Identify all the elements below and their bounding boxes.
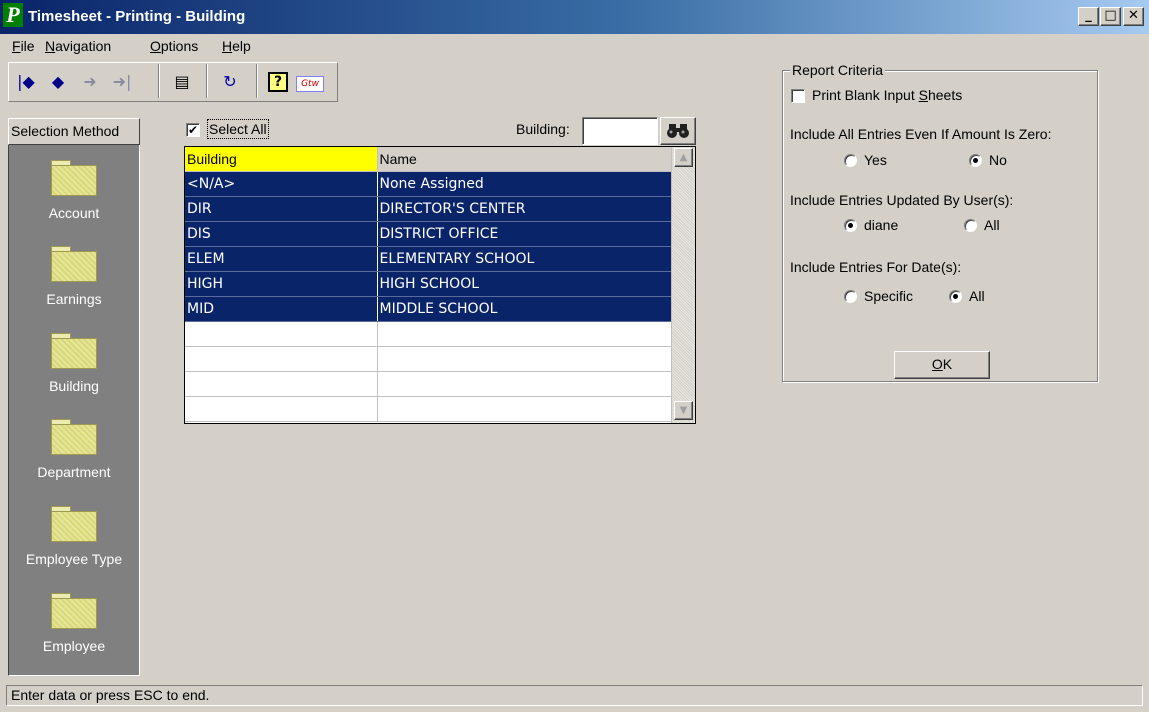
cell-building-code[interactable]: <N/A> [185,171,378,197]
column-header-building[interactable]: Building [185,147,378,172]
ok-button[interactable]: OK [894,351,990,379]
report-criteria-title: Report Criteria [790,62,886,78]
minimize-button[interactable]: _ [1078,7,1099,26]
folder-icon[interactable] [51,333,97,369]
cell-building-code[interactable]: MID [185,296,378,322]
table-row[interactable] [185,346,672,372]
menu-options[interactable]: Options [150,38,198,54]
cell-building-name[interactable] [377,396,672,422]
brand-logo-icon[interactable]: Gtw [296,76,324,92]
zero-yes-radio[interactable] [844,154,857,167]
last-record-button[interactable]: ➜| [110,70,134,94]
help-icon[interactable]: ? [268,72,288,92]
date-all-radio[interactable] [949,290,962,303]
previous-record-button[interactable]: ◆ [46,70,70,94]
next-record-button[interactable]: ➜ [78,70,102,94]
building-search-input[interactable] [582,117,658,145]
folder-icon[interactable] [51,419,97,455]
cell-building-name[interactable] [377,346,672,372]
folder-icon[interactable] [51,160,97,196]
selection-item-building[interactable]: Building [8,378,140,394]
zero-no-radio[interactable] [969,154,982,167]
user-all-label[interactable]: All [984,217,1000,233]
folder-icon[interactable] [51,593,97,629]
cell-building-code[interactable]: HIGH [185,271,378,297]
updated-by-label: Include Entries Updated By User(s): [790,192,1014,208]
date-all-label[interactable]: All [969,288,985,304]
selection-item-earnings[interactable]: Earnings [8,291,140,307]
table-row[interactable]: ELEM ELEMENTARY SCHOOL [185,246,672,272]
table-row[interactable]: DIS DISTRICT OFFICE [185,221,672,247]
select-all-checkbox[interactable]: ✔ [186,123,200,137]
folder-icon[interactable] [51,506,97,542]
selection-item-employee[interactable]: Employee [8,638,140,654]
toolbar-separator [158,64,160,98]
building-search-label: Building: [516,121,570,137]
cell-building-code[interactable]: ELEM [185,246,378,272]
date-specific-label[interactable]: Specific [864,288,913,304]
app-logo-icon[interactable]: P [3,3,23,27]
toolbar-separator [206,64,208,98]
print-blank-label[interactable]: Print Blank Input Sheets [812,87,962,103]
selection-item-department[interactable]: Department [8,464,140,480]
cell-building-code[interactable]: DIS [185,221,378,247]
table-row[interactable]: MID MIDDLE SCHOOL [185,296,672,322]
table-row[interactable]: DIR DIRECTOR'S CENTER [185,196,672,222]
report-icon[interactable]: ▤ [170,70,194,94]
menu-navigation[interactable]: Navigation [45,38,111,54]
refresh-icon[interactable]: ↻ [218,70,242,94]
selection-method-header: Selection Method [8,118,140,145]
binoculars-icon [667,124,689,138]
toolbar-separator [256,64,258,98]
dates-label: Include Entries For Date(s): [790,259,962,275]
select-all-label[interactable]: Select All [207,119,269,139]
selection-item-account[interactable]: Account [8,205,140,221]
scroll-down-icon[interactable]: ▼ [674,401,693,420]
report-criteria-group [782,70,1098,382]
zero-yes-label[interactable]: Yes [864,152,887,168]
cell-building-name[interactable]: MIDDLE SCHOOL [377,296,672,322]
user-all-radio[interactable] [964,219,977,232]
cell-building-name[interactable] [377,371,672,397]
first-record-button[interactable]: |◆ [14,70,38,94]
grid-vertical-scrollbar[interactable]: ▲ ▼ [671,147,695,423]
cell-building-name[interactable] [377,321,672,347]
column-header-name[interactable]: Name [377,147,672,172]
building-table: Building Name <N/A> None Assigned DIR DIRE… [185,147,672,422]
menu-file[interactable]: File [12,38,35,54]
date-specific-radio[interactable] [844,290,857,303]
find-button[interactable] [660,117,696,145]
cell-building-code[interactable] [185,371,378,397]
cell-building-name[interactable]: ELEMENTARY SCHOOL [377,246,672,272]
table-row[interactable] [185,396,672,422]
menu-help[interactable]: Help [222,38,251,54]
cell-building-name[interactable]: None Assigned [377,171,672,197]
cell-building-name[interactable]: DISTRICT OFFICE [377,221,672,247]
folder-icon[interactable] [51,246,97,282]
cell-building-code[interactable] [185,321,378,347]
cell-building-code[interactable] [185,396,378,422]
close-button[interactable]: ✕ [1123,7,1144,26]
cell-building-code[interactable]: DIR [185,196,378,222]
cell-building-name[interactable]: DIRECTOR'S CENTER [377,196,672,222]
window-title: Timesheet - Printing - Building [28,8,246,25]
building-grid[interactable]: Building Name <N/A> None Assigned DIR DIRE… [184,146,696,424]
table-row[interactable]: HIGH HIGH SCHOOL [185,271,672,297]
table-row[interactable] [185,321,672,347]
table-row[interactable] [185,371,672,397]
selection-item-employee-type[interactable]: Employee Type [8,551,140,567]
user-diane-label[interactable]: diane [864,217,898,233]
user-diane-radio[interactable] [844,219,857,232]
table-row[interactable]: <N/A> None Assigned [185,171,672,197]
print-blank-checkbox[interactable] [791,89,805,103]
cell-building-name[interactable]: HIGH SCHOOL [377,271,672,297]
status-bar: Enter data or press ESC to end. [6,685,1143,706]
cell-building-code[interactable] [185,346,378,372]
maximize-button[interactable]: □ [1100,7,1121,26]
zero-no-label[interactable]: No [989,152,1007,168]
include-zero-label: Include All Entries Even If Amount Is Ze… [790,126,1052,142]
scroll-up-icon[interactable]: ▲ [674,148,693,167]
